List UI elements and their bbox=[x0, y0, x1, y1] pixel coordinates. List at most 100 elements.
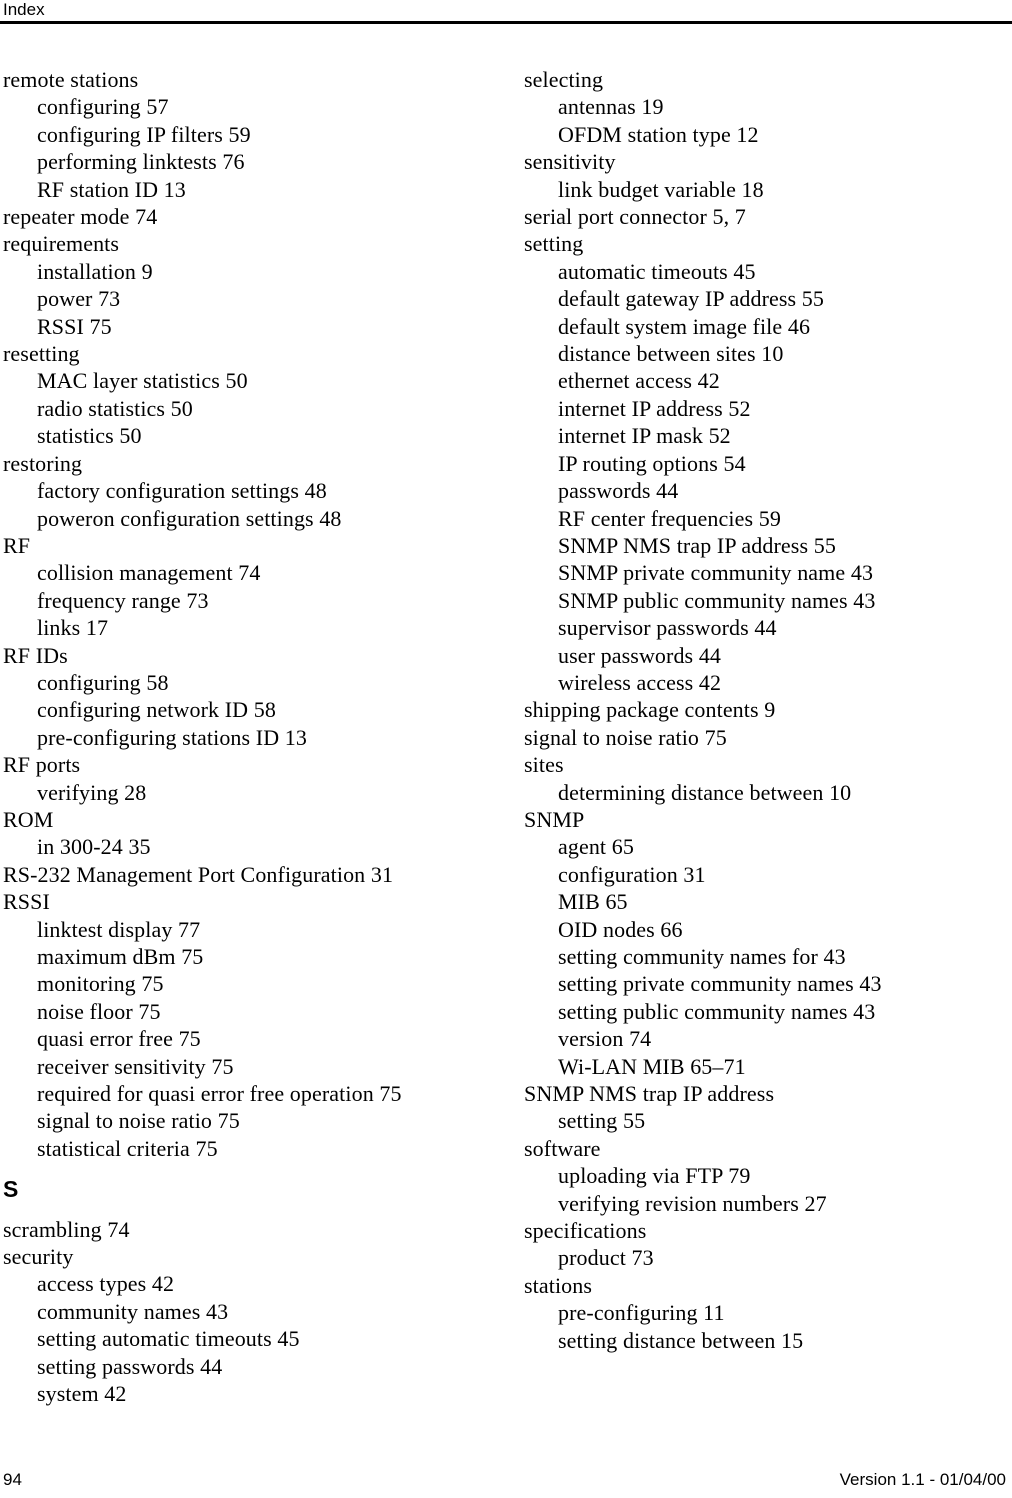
index-subentry: noise floor 75 bbox=[37, 998, 161, 1024]
header-rule bbox=[0, 21, 1012, 24]
index-entry: sites bbox=[524, 752, 564, 778]
index-entry: selecting bbox=[524, 67, 604, 92]
index-entry: RS-232 Management Port Configuration 31 bbox=[3, 861, 394, 887]
index-subentry: radio statistics 50 bbox=[37, 395, 193, 421]
index-subentry: configuring IP filters 59 bbox=[37, 121, 251, 147]
page-footer: 94 Version 1.1 - 01/04/00 bbox=[0, 1458, 1012, 1498]
index-subentry: MAC layer statistics 50 bbox=[37, 368, 248, 394]
index-subentry: pre-configuring 11 bbox=[558, 1300, 725, 1326]
index-entry: SNMP NMS trap IP address bbox=[524, 1081, 775, 1107]
index-subentry: collision management 74 bbox=[37, 560, 261, 586]
index-subentry: configuration 31 bbox=[558, 861, 706, 887]
index-entry: RSSI bbox=[3, 889, 50, 915]
index-subentry: installation 9 bbox=[37, 258, 153, 284]
index-entry: signal to noise ratio 75 bbox=[524, 724, 727, 750]
index-subentry: configuring 58 bbox=[37, 669, 169, 695]
index-subentry: maximum dBm 75 bbox=[37, 944, 204, 969]
index-subentry: SNMP private community name 43 bbox=[558, 560, 874, 586]
index-column-right: selecting antennas 19 OFDM station type 12… bbox=[524, 66, 1012, 1354]
index-entry: repeater mode 74 bbox=[3, 204, 158, 230]
index-subentry: in 300-24 35 bbox=[37, 834, 151, 860]
index-subentry: OFDM station type 12 bbox=[558, 121, 759, 147]
index-subentry: Wi-LAN MIB 65–71 bbox=[558, 1053, 746, 1079]
index-subentry: MIB 65 bbox=[558, 889, 628, 915]
index-subentry: setting distance between 15 bbox=[558, 1327, 804, 1353]
index-entry: RF ports bbox=[3, 752, 81, 778]
footer-version: Version 1.1 - 01/04/00 bbox=[839, 1470, 1006, 1489]
index-entry: remote stations bbox=[3, 67, 139, 92]
index-subentry: required for quasi error free operation … bbox=[37, 1081, 402, 1107]
index-subentry: receiver sensitivity 75 bbox=[37, 1053, 234, 1079]
index-letter-heading: S bbox=[3, 1176, 19, 1203]
index-columns: remote stations configuring 57 configuring… bbox=[0, 66, 1012, 1406]
index-subentry: uploading via FTP 79 bbox=[558, 1163, 751, 1189]
index-entry: ROM bbox=[3, 806, 54, 832]
index-subentry: quasi error free 75 bbox=[37, 1026, 201, 1052]
index-subentry: verifying revision numbers 27 bbox=[558, 1190, 827, 1216]
index-subentry: frequency range 73 bbox=[37, 587, 209, 613]
index-subentry: configuring 57 bbox=[37, 94, 169, 120]
index-subentry: signal to noise ratio 75 bbox=[37, 1108, 240, 1134]
index-entry: restoring bbox=[3, 450, 83, 476]
index-subentry: distance between sites 10 bbox=[558, 341, 784, 367]
index-subentry: determining distance between 10 bbox=[558, 779, 852, 805]
index-entry: requirements bbox=[3, 231, 120, 257]
index-subentry: factory configuration settings 48 bbox=[37, 478, 327, 504]
index-subentry: setting 55 bbox=[558, 1108, 646, 1134]
index-subentry: automatic timeouts 45 bbox=[558, 258, 756, 284]
index-subentry: access types 42 bbox=[37, 1271, 175, 1297]
index-subentry: setting private community names 43 bbox=[558, 971, 882, 997]
index-entry: RF IDs bbox=[3, 642, 68, 668]
index-subentry: OID nodes 66 bbox=[558, 916, 683, 942]
index-subentry: supervisor passwords 44 bbox=[558, 615, 777, 641]
index-subentry: default gateway IP address 55 bbox=[558, 286, 824, 312]
index-subentry: setting community names for 43 bbox=[558, 944, 846, 969]
index-subentry: SNMP NMS trap IP address 55 bbox=[558, 532, 836, 558]
index-subentry: RF center frequencies 59 bbox=[558, 505, 781, 531]
index-entry: RF bbox=[3, 532, 31, 558]
index-entry: SNMP bbox=[524, 806, 585, 832]
index-subentry: RSSI 75 bbox=[37, 313, 112, 339]
index-subentry: statistics 50 bbox=[37, 423, 142, 449]
index-subentry: agent 65 bbox=[558, 834, 634, 860]
index-entry: serial port connector 5, 7 bbox=[524, 204, 746, 230]
index-subentry: antennas 19 bbox=[558, 94, 664, 120]
index-subentry: monitoring 75 bbox=[37, 971, 164, 997]
index-subentry: internet IP address 52 bbox=[558, 395, 751, 421]
index-subentry: link budget variable 18 bbox=[558, 176, 764, 202]
index-subentry: verifying 28 bbox=[37, 779, 147, 805]
index-subentry: setting automatic timeouts 45 bbox=[37, 1326, 300, 1352]
index-entry: scrambling 74 bbox=[3, 1216, 130, 1242]
index-entry: sensitivity bbox=[524, 149, 616, 175]
index-subentry: links 17 bbox=[37, 615, 109, 641]
index-subentry: product 73 bbox=[558, 1245, 654, 1271]
index-subentry: setting passwords 44 bbox=[37, 1353, 223, 1379]
header-title: Index bbox=[3, 0, 45, 19]
index-entry: specifications bbox=[524, 1218, 647, 1244]
index-subentry: wireless access 42 bbox=[558, 669, 722, 695]
index-page: Index remote stations configuring 57 confi… bbox=[0, 0, 1012, 1498]
index-subentry: community names 43 bbox=[37, 1298, 229, 1324]
index-subentry: internet IP mask 52 bbox=[558, 423, 731, 449]
index-subentry: linktest display 77 bbox=[37, 916, 201, 942]
index-entry: stations bbox=[524, 1272, 593, 1298]
index-subentry: IP routing options 54 bbox=[558, 450, 746, 476]
index-column-left: remote stations configuring 57 configuring… bbox=[3, 66, 491, 1408]
index-subentry: configuring network ID 58 bbox=[37, 697, 276, 723]
index-subentry: RF station ID 13 bbox=[37, 176, 186, 202]
index-subentry: pre-configuring stations ID 13 bbox=[37, 724, 307, 750]
index-subentry: poweron configuration settings 48 bbox=[37, 505, 342, 531]
footer-page-number: 94 bbox=[3, 1470, 22, 1489]
index-entry: security bbox=[3, 1244, 74, 1270]
index-subentry: passwords 44 bbox=[558, 478, 679, 504]
index-subentry: version 74 bbox=[558, 1026, 652, 1052]
index-subentry: ethernet access 42 bbox=[558, 368, 720, 394]
index-subentry: power 73 bbox=[37, 286, 121, 312]
index-subentry: statistical criteria 75 bbox=[37, 1135, 218, 1161]
index-subentry: setting public community names 43 bbox=[558, 998, 876, 1024]
index-subentry: user passwords 44 bbox=[558, 642, 722, 668]
index-subentry: default system image file 46 bbox=[558, 313, 811, 339]
index-subentry: system 42 bbox=[37, 1381, 127, 1407]
index-entry: software bbox=[524, 1135, 601, 1161]
page-header: Index bbox=[0, 0, 1012, 24]
